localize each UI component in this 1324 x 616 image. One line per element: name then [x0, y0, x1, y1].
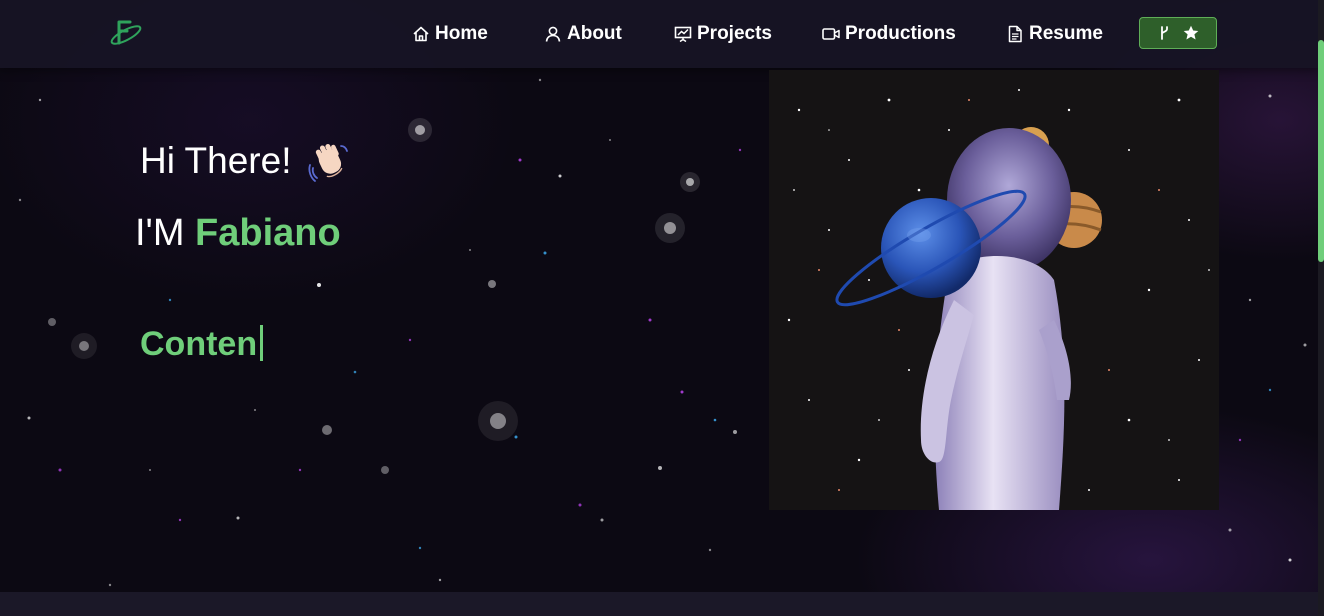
nav-projects[interactable]: Projects — [674, 20, 772, 48]
nav-resume[interactable]: Resume — [1006, 20, 1103, 48]
nav-projects-label: Projects — [697, 23, 772, 44]
home-icon — [412, 25, 430, 43]
typewriter-text: Conten — [140, 325, 264, 364]
wave-emoji — [307, 144, 348, 182]
footer-strip — [0, 592, 1318, 616]
intro-name: Fabiano — [195, 212, 341, 254]
page: Home About Projects Productions Resume H… — [0, 0, 1324, 616]
fork-icon — [1161, 26, 1168, 40]
typewriter-cursor — [260, 325, 264, 361]
greeting-text: Hi There! — [140, 140, 292, 181]
intro-prefix: I'M — [135, 212, 185, 254]
nav-home-label: Home — [435, 23, 488, 44]
nav-productions[interactable]: Productions — [822, 20, 956, 48]
github-fork-star-button[interactable] — [1139, 17, 1217, 49]
logo-icon — [110, 20, 142, 45]
nav-productions-label: Productions — [845, 23, 956, 44]
hero-astronaut-image — [769, 70, 1219, 510]
typewriter-content: Conten — [140, 325, 258, 363]
nav-about-label: About — [567, 23, 622, 44]
video-icon — [822, 25, 840, 43]
presentation-icon — [674, 25, 692, 43]
document-icon — [1006, 25, 1024, 43]
astronaut-planet-illustration — [769, 70, 1219, 510]
nav-resume-label: Resume — [1029, 23, 1103, 44]
nav-about[interactable]: About — [544, 20, 622, 48]
star-icon — [1183, 25, 1199, 40]
scrollbar-thumb[interactable] — [1318, 40, 1324, 262]
navbar: Home About Projects Productions Resume — [0, 0, 1318, 68]
user-icon — [544, 25, 562, 43]
greeting-heading: Hi There! — [140, 140, 350, 182]
nav-home[interactable]: Home — [412, 20, 488, 48]
brand-logo[interactable] — [108, 18, 144, 50]
intro-heading: I'M Fabiano — [135, 212, 341, 255]
